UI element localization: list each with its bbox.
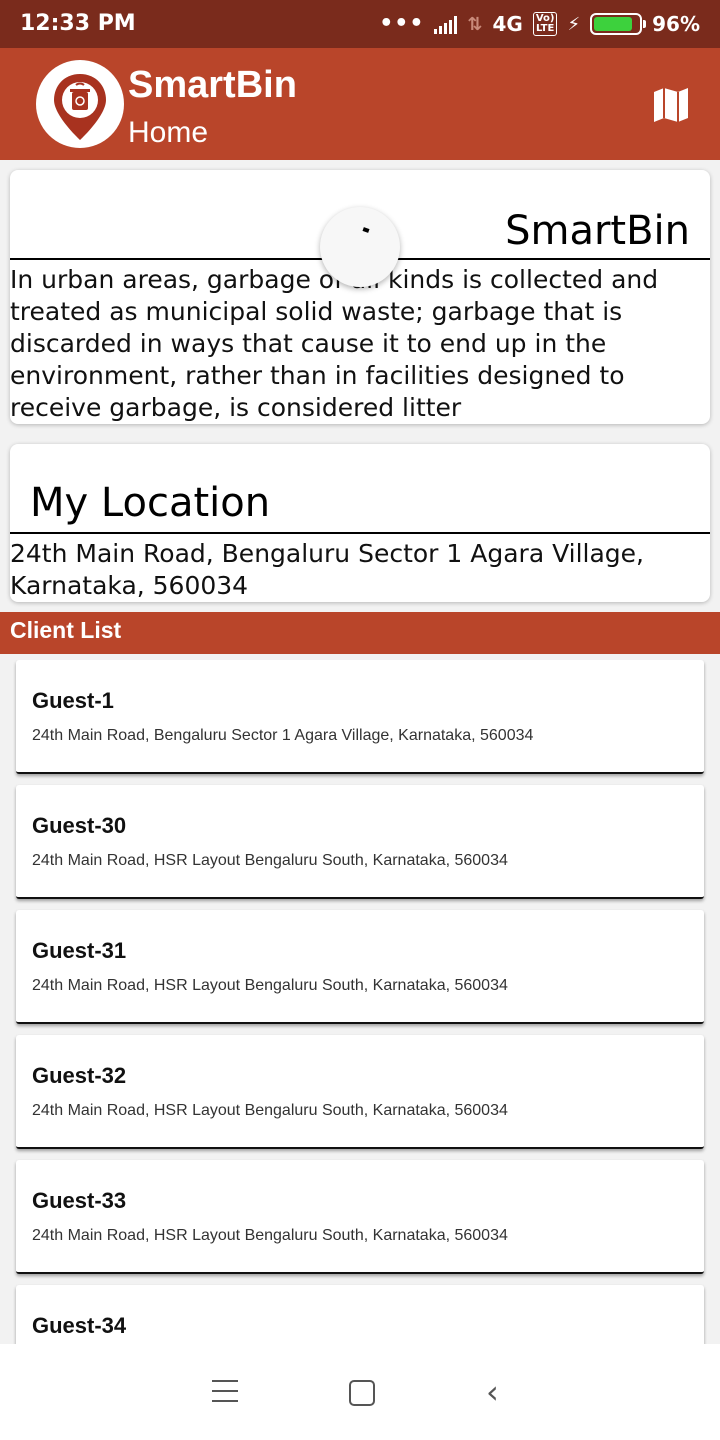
- loading-spinner: [320, 207, 400, 287]
- client-name: Guest-1: [32, 688, 114, 713]
- location-card-title: My Location: [30, 480, 271, 526]
- client-name: Guest-33: [32, 1188, 127, 1213]
- home-square-icon[interactable]: [349, 1380, 375, 1406]
- divider: [10, 532, 710, 534]
- status-bar: 12:33 PM ••• ⇅ 4G Vo) LTE ⚡ 96%: [0, 0, 720, 48]
- client-name: Guest-34: [32, 1313, 127, 1338]
- signal-icon: [434, 14, 458, 34]
- status-time: 12:33 PM: [20, 11, 136, 36]
- client-address: 24th Main Road, HSR Layout Bengaluru Sou…: [32, 977, 508, 994]
- spinner-indicator: [362, 227, 370, 233]
- client-item[interactable]: Guest-30 24th Main Road, HSR Layout Beng…: [16, 785, 704, 899]
- client-address: 24th Main Road, HSR Layout Bengaluru Sou…: [32, 852, 508, 869]
- smartbin-logo-icon: [36, 60, 124, 148]
- app-bar: SmartBin Home: [0, 48, 720, 160]
- client-item[interactable]: Guest-32 24th Main Road, HSR Layout Beng…: [16, 1035, 704, 1149]
- client-name: Guest-32: [32, 1063, 127, 1088]
- client-address: 24th Main Road, Bengaluru Sector 1 Agara…: [32, 727, 534, 744]
- client-item[interactable]: Guest-34: [16, 1285, 704, 1344]
- notification-dots-icon: •••: [379, 11, 425, 36]
- client-item[interactable]: Guest-33 24th Main Road, HSR Layout Beng…: [16, 1160, 704, 1274]
- info-card-title: SmartBin: [505, 208, 690, 254]
- status-icons: ••• ⇅ 4G Vo) LTE ⚡ 96%: [379, 11, 700, 37]
- location-address: 24th Main Road, Bengaluru Sector 1 Agara…: [10, 539, 644, 600]
- map-icon: [654, 88, 688, 122]
- location-card: My Location 24th Main Road, Bengaluru Se…: [10, 444, 710, 602]
- volte-icon: Vo) LTE: [532, 12, 558, 36]
- info-card-body: In urban areas, garbage of all kinds is …: [10, 265, 659, 422]
- app-title: SmartBin: [128, 64, 297, 106]
- system-nav-bar: ‹: [0, 1344, 720, 1440]
- client-item[interactable]: Guest-1 24th Main Road, Bengaluru Sector…: [16, 660, 704, 774]
- app-subtitle: Home: [128, 116, 209, 149]
- client-name: Guest-31: [32, 938, 127, 963]
- client-address: 24th Main Road, HSR Layout Bengaluru Sou…: [32, 1102, 508, 1119]
- battery-percent: 96%: [652, 12, 700, 36]
- battery-icon: [590, 13, 647, 35]
- data-transfer-icon: ⇅: [467, 13, 483, 35]
- client-list-header: Client List: [0, 612, 720, 654]
- map-button[interactable]: [650, 84, 692, 126]
- client-list[interactable]: Guest-1 24th Main Road, Bengaluru Sector…: [0, 660, 720, 1344]
- client-item[interactable]: Guest-31 24th Main Road, HSR Layout Beng…: [16, 910, 704, 1024]
- back-chevron-icon[interactable]: ‹: [486, 1376, 499, 1408]
- charging-icon: ⚡: [567, 13, 581, 35]
- menu-icon[interactable]: [212, 1380, 238, 1404]
- network-type: 4G: [492, 12, 523, 36]
- client-address: 24th Main Road, HSR Layout Bengaluru Sou…: [32, 1227, 508, 1244]
- client-name: Guest-30: [32, 813, 127, 838]
